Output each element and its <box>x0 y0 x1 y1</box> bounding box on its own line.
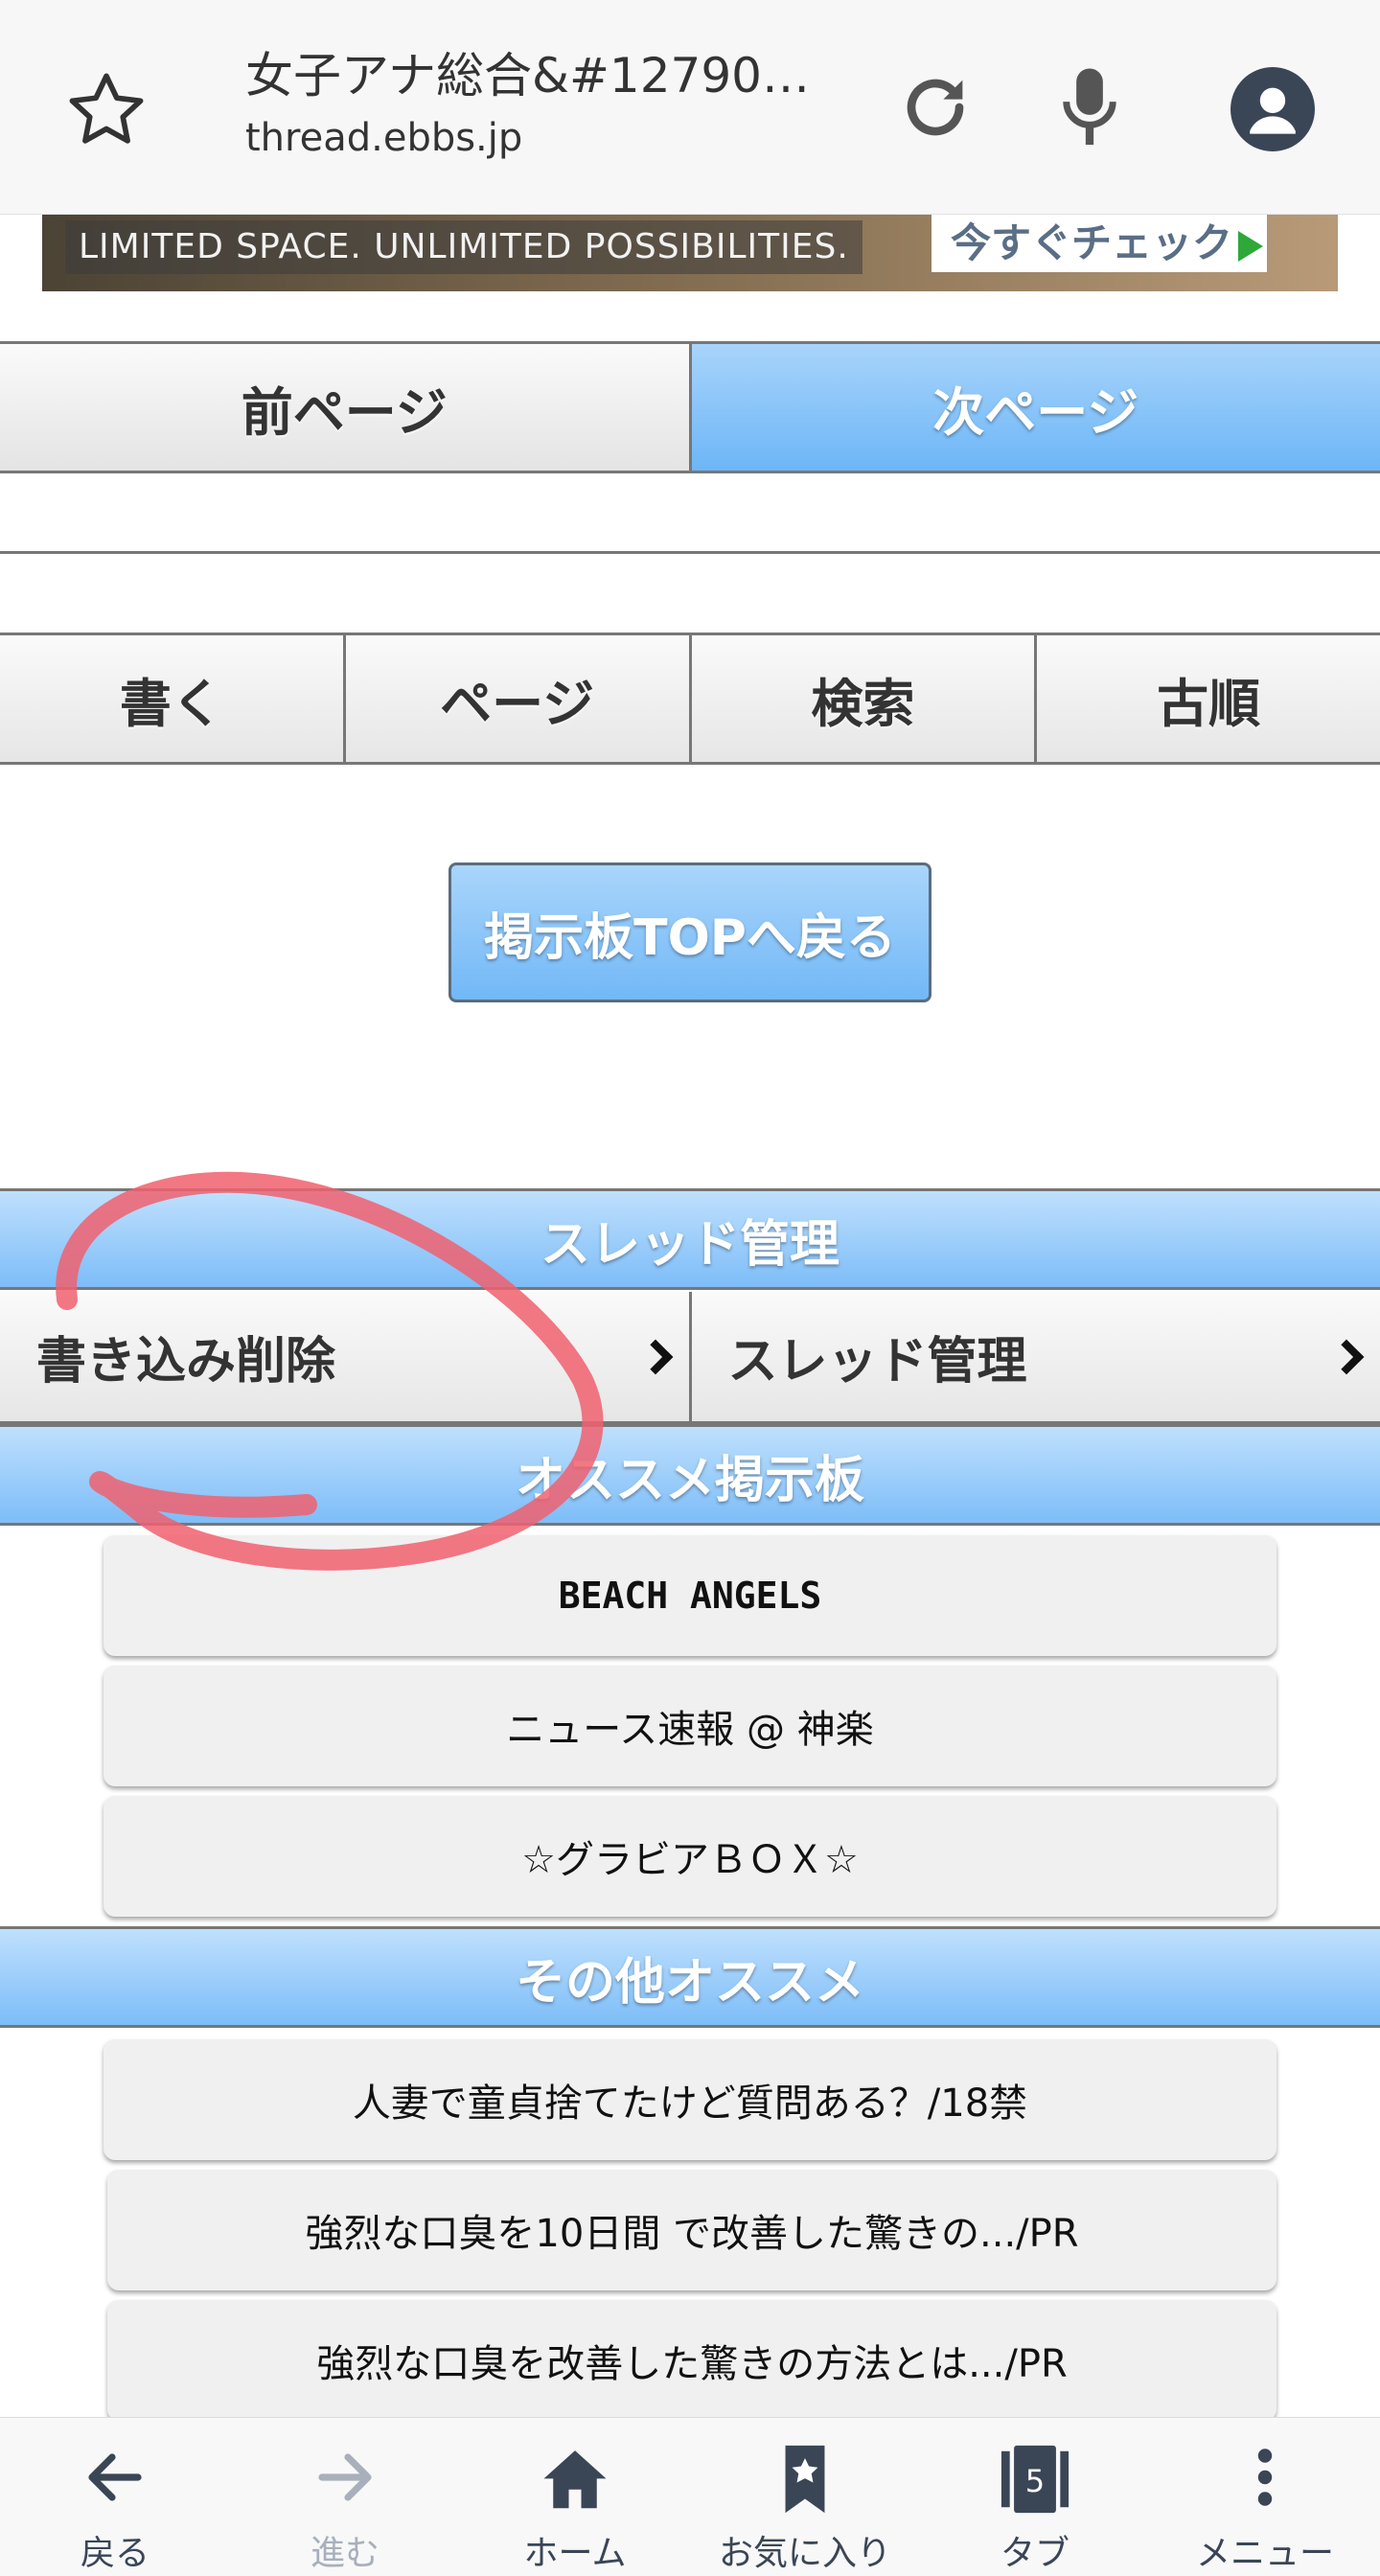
menu-nav-label: メニュー <box>1195 2534 1334 2573</box>
reload-icon[interactable] <box>897 69 974 146</box>
page-url: thread.ebbs.jp <box>245 116 523 160</box>
delete-post-link[interactable]: 書き込み削除 <box>0 1292 692 1421</box>
back-nav-label: 戻る <box>80 2534 150 2573</box>
back-to-board-top-button[interactable]: 掲示板TOPへ戻る <box>448 862 932 1002</box>
browser-toolbar: 女子アナ総合&#127908;... thread.ebbs.jp <box>0 0 1380 215</box>
more-vertical-icon <box>1257 2449 1273 2506</box>
play-arrow-icon <box>1238 230 1264 262</box>
prev-page-button[interactable]: 前ページ <box>0 344 692 471</box>
thread-manage-link[interactable]: スレッド管理 <box>692 1292 1380 1421</box>
ad-text: LIMITED SPACE. UNLIMITED POSSIBILITIES. <box>65 220 862 274</box>
pager: 前ページ 次ページ <box>0 341 1380 473</box>
home-icon <box>543 2450 607 2509</box>
other-recommended-link[interactable]: 強烈な口臭を改善した驚きの方法とは.../PR <box>107 2300 1276 2421</box>
write-button[interactable]: 書く <box>0 635 346 762</box>
oldest-order-button[interactable]: 古順 <box>1037 635 1380 762</box>
favorites-nav-button[interactable]: お気に入り <box>690 2418 920 2576</box>
mic-icon[interactable] <box>1056 65 1123 151</box>
ad-banner[interactable]: LIMITED SPACE. UNLIMITED POSSIBILITIES. … <box>42 215 1338 291</box>
home-nav-button[interactable]: ホーム <box>460 2418 690 2576</box>
back-nav-button[interactable]: 戻る <box>0 2418 230 2576</box>
other-recommended-header: その他オススメ <box>0 1926 1380 2028</box>
bottom-navigation: 戻る 進む ホーム お気に入り 5 タブ メニュー <box>0 2417 1380 2576</box>
divider-row <box>0 473 1380 554</box>
recommended-board-link[interactable]: BEACH ANGELS <box>104 1535 1276 1656</box>
account-icon[interactable] <box>1230 67 1315 151</box>
other-recommended-link[interactable]: 強烈な口臭を10日間 で改善した驚きの.../PR <box>107 2170 1276 2290</box>
address-area[interactable]: 女子アナ総合&#127908;... thread.ebbs.jp <box>245 42 840 167</box>
star-icon[interactable] <box>63 67 150 153</box>
page-title: 女子アナ総合&#127908;... <box>245 48 840 104</box>
next-page-button[interactable]: 次ページ <box>691 344 1380 471</box>
search-button[interactable]: 検索 <box>692 635 1038 762</box>
chevron-right-icon <box>637 1339 673 1374</box>
thread-manage-header: スレッド管理 <box>0 1188 1380 1290</box>
chevron-right-icon <box>1328 1339 1365 1374</box>
forward-nav-button[interactable]: 進む <box>230 2418 460 2576</box>
thread-manage-row: 書き込み削除 スレッド管理 <box>0 1292 1380 1424</box>
arrow-left-icon <box>88 2453 142 2501</box>
tabs-nav-button[interactable]: 5 タブ <box>920 2418 1150 2576</box>
recommended-boards-header: オススメ掲示板 <box>0 1424 1380 1526</box>
tabs-icon: 5 <box>1000 2445 1070 2514</box>
bookmark-star-icon <box>785 2445 825 2514</box>
action-bar: 書く ページ 検索 古順 <box>0 632 1380 765</box>
tabs-nav-label: タブ <box>1000 2534 1070 2573</box>
delete-post-label: 書き込み削除 <box>36 1333 336 1391</box>
tab-count: 5 <box>1025 2463 1045 2499</box>
favorites-nav-label: お気に入り <box>718 2534 891 2573</box>
arrow-right-icon <box>318 2453 372 2501</box>
thread-manage-label: スレッド管理 <box>727 1333 1027 1391</box>
page-button[interactable]: ページ <box>346 635 692 762</box>
home-nav-label: ホーム <box>523 2534 627 2573</box>
other-recommended-link[interactable]: 人妻で童貞捨てたけど質問ある？/18禁 <box>104 2039 1276 2160</box>
ad-cta-button[interactable]: 今すぐチェック <box>932 215 1267 272</box>
recommended-board-link[interactable]: ☆グラビアＢＯＸ☆ <box>104 1796 1276 1917</box>
menu-nav-button[interactable]: メニュー <box>1150 2418 1380 2576</box>
recommended-board-link[interactable]: ニュース速報 @ 神楽 <box>104 1666 1276 1786</box>
forward-nav-label: 進む <box>310 2534 380 2573</box>
ad-cta-label: 今すぐチェック <box>951 219 1233 266</box>
